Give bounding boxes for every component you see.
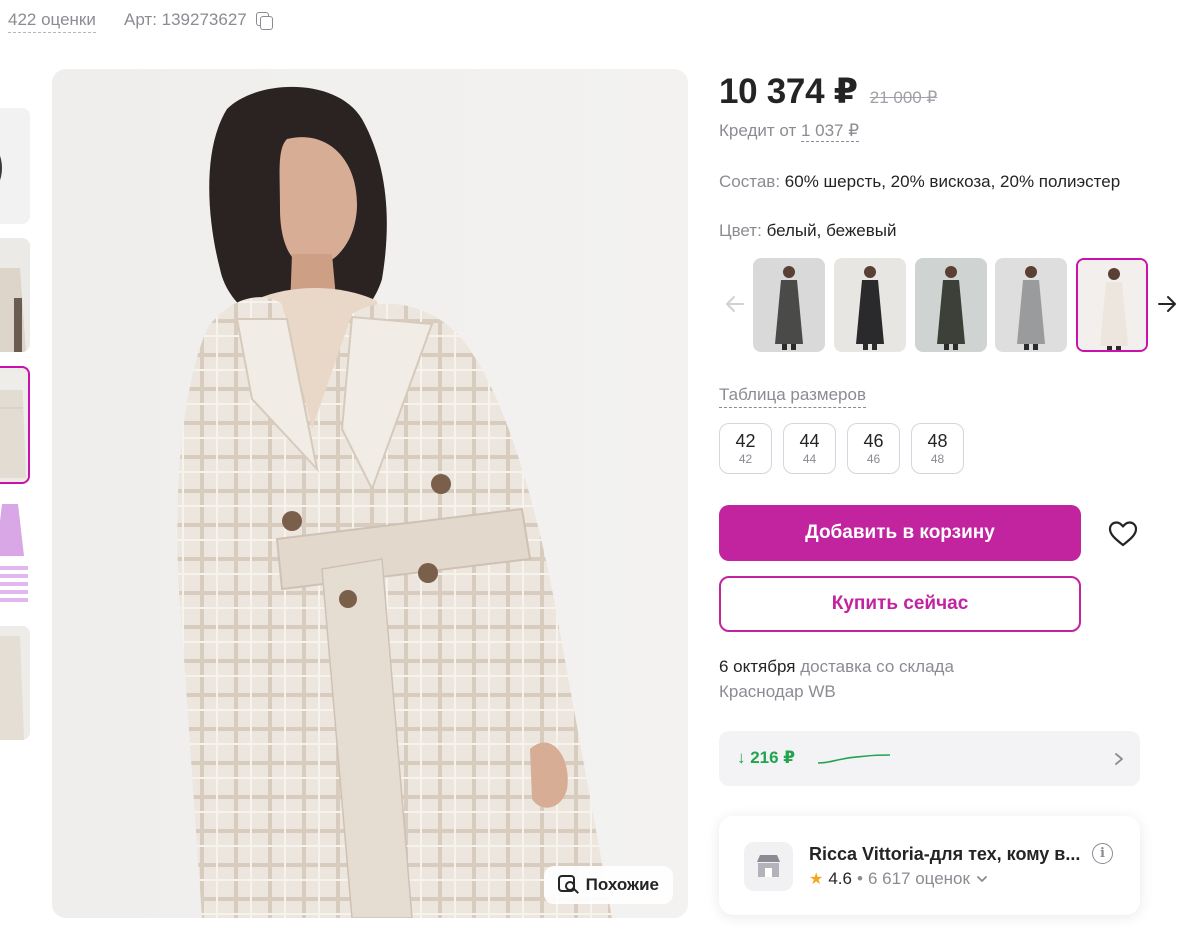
color-swatch-dark-gray[interactable] <box>753 258 825 352</box>
size-ru-value: 44 <box>802 451 817 466</box>
seller-store-icon <box>744 842 793 891</box>
heart-icon[interactable] <box>1108 520 1138 548</box>
color-swatch-black[interactable] <box>834 258 906 352</box>
chevron-down-icon[interactable] <box>975 872 989 886</box>
swatch-image <box>915 258 987 352</box>
size-value: 44 <box>799 430 820 451</box>
top-bar: 422 оценки Арт: 139273627 <box>0 0 1200 44</box>
similar-products-button[interactable]: Похожие <box>543 866 673 904</box>
star-icon: ★ <box>809 871 824 888</box>
size-option-42[interactable]: 42 42 <box>719 423 772 474</box>
size-table-link[interactable]: Таблица размеров <box>719 385 866 408</box>
seller-reviews-count: 6 617 оценок <box>867 869 970 888</box>
thumbnail-image <box>0 496 30 612</box>
color-swatch-plaid[interactable] <box>915 258 987 352</box>
info-icon[interactable]: i <box>1092 843 1113 864</box>
thumbnail-size-chart[interactable] <box>0 496 30 612</box>
swatch-image <box>995 258 1067 352</box>
article-label: Арт: 139273627 <box>124 10 247 29</box>
thumbnail-image <box>0 238 30 352</box>
play-icon <box>0 146 2 190</box>
ratings-count-link[interactable]: 422 оценки <box>8 10 96 33</box>
thumbnail-photo-2[interactable] <box>0 366 30 484</box>
price-history-button[interactable]: ↓ 216 ₽ <box>719 731 1140 786</box>
price-drop-label: ↓ 216 ₽ <box>737 748 796 767</box>
composition-value: 60% шерсть, 20% вискоза, 20% полиэстер <box>784 172 1121 191</box>
size-value: 48 <box>927 430 948 451</box>
composition-label: Состав: <box>719 172 781 191</box>
size-ru-value: 48 <box>930 451 945 466</box>
size-option-46[interactable]: 46 46 <box>847 423 900 474</box>
thumbnail-image <box>0 626 30 740</box>
size-selector: 42 42 44 44 46 46 48 48 <box>719 423 964 474</box>
price-trend-sparkline <box>817 754 891 764</box>
arrow-right-icon[interactable] <box>1155 292 1179 316</box>
size-ru-value: 42 <box>738 451 753 466</box>
delivery-info: 6 октября доставка со склада Краснодар W… <box>719 654 954 704</box>
delivery-date: 6 октября <box>719 657 796 676</box>
arrow-left-icon[interactable] <box>723 292 747 316</box>
size-value: 46 <box>863 430 884 451</box>
bullet-separator: • <box>856 869 863 888</box>
thumbnail-photo-3[interactable] <box>0 626 30 740</box>
article-number: Арт: 139273627 <box>124 10 273 30</box>
credit-info: Кредит от 1 037 ₽ <box>719 121 860 142</box>
size-value: 42 <box>735 430 756 451</box>
size-ru-value: 46 <box>866 451 881 466</box>
credit-amount-link[interactable]: 1 037 ₽ <box>800 121 860 142</box>
swatch-image <box>753 258 825 352</box>
color-swatch-beige-white[interactable] <box>1076 258 1148 352</box>
delivery-warehouse: Краснодар WB <box>719 682 836 701</box>
swatch-image <box>1078 260 1146 350</box>
color-info: Цвет: белый, бежевый <box>719 221 896 241</box>
size-option-44[interactable]: 44 44 <box>783 423 836 474</box>
coat-model-image <box>52 69 688 918</box>
color-label: Цвет: <box>719 221 762 240</box>
composition: Состав: 60% шерсть, 20% вискоза, 20% пол… <box>719 172 1120 192</box>
seller-rating-value: 4.6 <box>828 869 852 888</box>
price-row: 10 374 ₽ 21 000 ₽ <box>719 72 937 112</box>
size-option-48[interactable]: 48 48 <box>911 423 964 474</box>
main-product-photo[interactable]: Похожие <box>52 69 688 918</box>
buy-now-button[interactable]: Купить сейчас <box>719 576 1081 632</box>
image-search-icon <box>557 874 580 896</box>
thumbnail-photo-1[interactable] <box>0 238 30 352</box>
copy-icon[interactable] <box>255 11 273 30</box>
swatch-image <box>834 258 906 352</box>
color-variants-carousel <box>719 256 1189 354</box>
color-value: белый, бежевый <box>766 221 897 240</box>
old-price: 21 000 ₽ <box>869 88 938 107</box>
color-swatch-gray[interactable] <box>995 258 1067 352</box>
add-to-cart-button[interactable]: Добавить в корзину <box>719 505 1081 561</box>
similar-label: Похожие <box>585 875 659 894</box>
thumbnail-video[interactable] <box>0 108 30 224</box>
seller-rating: ★ 4.6 • 6 617 оценок <box>809 869 989 889</box>
delivery-text: доставка со склада <box>800 657 954 676</box>
credit-prefix: Кредит от <box>719 121 797 140</box>
seller-card[interactable]: Ricca Vittoria-для тех, кому в... i ★ 4.… <box>719 816 1140 915</box>
thumbnail-image <box>0 371 28 479</box>
current-price: 10 374 ₽ <box>719 72 858 111</box>
seller-name: Ricca Vittoria-для тех, кому в... <box>809 844 1081 864</box>
chevron-right-icon <box>1115 753 1123 765</box>
